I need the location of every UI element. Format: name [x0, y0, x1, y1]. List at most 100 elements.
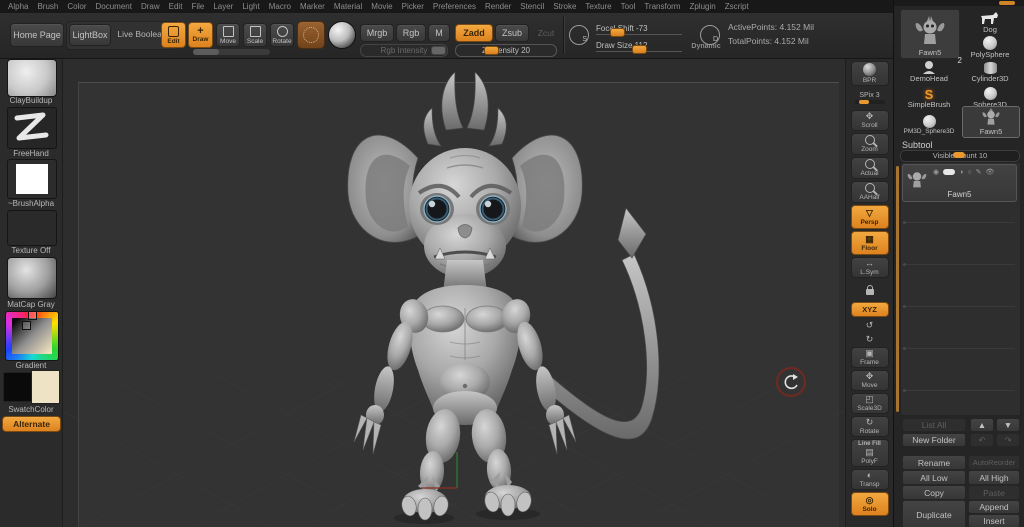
folder-redo-button[interactable]: ↷ — [996, 433, 1020, 447]
stroke-thumbnail[interactable] — [7, 107, 57, 149]
tool-polysphere[interactable]: PolySphere — [962, 36, 1018, 60]
color-picker[interactable] — [5, 311, 59, 361]
menu-item-light[interactable]: Light — [242, 2, 259, 11]
tray-divider-handle[interactable] — [999, 1, 1015, 5]
rotate3d-button[interactable]: ↻ Rotate — [850, 416, 889, 437]
zsub-button[interactable]: Zsub — [495, 24, 529, 42]
z-rotation-button[interactable]: ↻ — [851, 333, 889, 345]
menu-item-stroke[interactable]: Stroke — [553, 2, 576, 11]
focal-curve-icon[interactable]: S — [569, 25, 589, 45]
solo-button[interactable]: ◎ Solo — [850, 492, 889, 516]
z-intensity-slider[interactable]: Z Intensity 20 — [455, 44, 557, 57]
xyz-constraint-button[interactable]: XYZ — [850, 302, 889, 317]
brush-thumbnail[interactable] — [7, 59, 57, 97]
zadd-button[interactable]: Zadd — [455, 24, 493, 42]
paste-button[interactable]: Paste — [968, 485, 1020, 500]
color-picker-inner[interactable] — [12, 318, 52, 354]
main-color-swatch[interactable] — [3, 372, 33, 402]
home-page-button[interactable]: Home Page — [10, 23, 64, 47]
mrgb-button[interactable]: Mrgb — [360, 24, 394, 42]
tray-divider[interactable] — [894, 0, 1024, 6]
move-button[interactable]: Move — [216, 23, 240, 47]
menu-item-marker[interactable]: Marker — [300, 2, 325, 11]
menu-item-draw[interactable]: Draw — [141, 2, 160, 11]
menu-item-zscript[interactable]: Zscript — [725, 2, 749, 11]
menu-item-texture[interactable]: Texture — [585, 2, 611, 11]
folder-undo-button[interactable]: ↶ — [970, 433, 994, 447]
tool-dog[interactable]: Dog — [962, 9, 1018, 35]
scale-button[interactable]: Scale — [243, 23, 267, 47]
circle-icon[interactable]: ○ — [967, 169, 971, 176]
scroll-button[interactable]: ✥ Scroll — [850, 110, 889, 131]
actual-button[interactable]: Actual — [850, 157, 889, 179]
subtool-item-fawn5[interactable]: ◉ ◑ ○ ✎ 👁 Fawn5 — [902, 164, 1017, 202]
current-brush-button[interactable] — [297, 21, 325, 49]
texture-thumbnail[interactable] — [7, 210, 57, 246]
menu-item-zplugin[interactable]: Zplugin — [689, 2, 715, 11]
menu-item-preferences[interactable]: Preferences — [433, 2, 476, 11]
local-symmetry-button[interactable]: ↔ L.Sym — [850, 257, 889, 278]
polyframe-button[interactable]: Line Fill ▤ PolyF — [850, 439, 889, 467]
spix-handle[interactable] — [858, 100, 869, 104]
pen-icon[interactable]: ✎ — [976, 168, 982, 176]
secondary-color-swatch[interactable] — [31, 370, 60, 404]
spix-slider[interactable]: SPix 3 — [851, 88, 889, 108]
viewport[interactable] — [62, 58, 845, 527]
transp-button[interactable]: ◐ Transp — [850, 469, 889, 490]
draw-size-handle[interactable] — [632, 45, 647, 54]
tool-cylinder3d[interactable]: Cylinder3D — [962, 60, 1018, 84]
append-button[interactable]: Append — [968, 500, 1020, 514]
tool-fawn5-selected[interactable]: Fawn5 — [962, 106, 1020, 138]
duplicate-button[interactable]: Duplicate — [902, 500, 966, 527]
menu-item-macro[interactable]: Macro — [269, 2, 291, 11]
current-material-icon[interactable] — [328, 21, 356, 49]
visible-count-slider[interactable]: Visible Count 10 — [900, 150, 1020, 162]
menu-item-tool[interactable]: Tool — [621, 2, 636, 11]
menu-item-file[interactable]: File — [191, 2, 204, 11]
all-low-button[interactable]: All Low — [902, 470, 966, 485]
sculpt-model[interactable] — [62, 58, 845, 527]
tool-fawn5-large[interactable]: Fawn5 — [900, 9, 960, 59]
autoreorder-button[interactable]: AutoReorder — [968, 455, 1020, 470]
move-up-button[interactable]: ▲ — [970, 418, 994, 432]
copy-button[interactable]: Copy — [902, 485, 966, 500]
spix-track[interactable] — [854, 100, 885, 104]
all-high-button[interactable]: All High — [968, 470, 1020, 485]
half-circle-icon[interactable]: ◑ — [959, 169, 963, 176]
edit-button[interactable]: Edit — [161, 22, 186, 48]
menu-item-layer[interactable]: Layer — [213, 2, 233, 11]
menu-item-stencil[interactable]: Stencil — [520, 2, 544, 11]
menu-item-material[interactable]: Material — [334, 2, 362, 11]
alternate-button[interactable]: Alternate — [2, 416, 61, 432]
zcut-button[interactable]: Zcut — [532, 28, 560, 38]
menu-item-brush[interactable]: Brush — [37, 2, 58, 11]
move3d-button[interactable]: ✥ Move — [850, 370, 889, 391]
new-folder-button[interactable]: New Folder — [902, 433, 966, 447]
eye-icon[interactable]: ◉ — [933, 168, 939, 176]
tool-simplebrush[interactable]: S SimpleBrush — [900, 86, 958, 110]
persp-button[interactable]: ▽ Persp — [850, 205, 889, 229]
menu-item-transform[interactable]: Transform — [644, 2, 680, 11]
visibility-pill-icon[interactable] — [943, 169, 956, 175]
rgb-intensity-handle[interactable] — [431, 46, 446, 55]
lightbox-divider-handle[interactable] — [193, 49, 219, 55]
draw-size-slider[interactable]: Draw Size 112 — [596, 40, 682, 54]
rgb-button[interactable]: Rgb — [396, 24, 426, 42]
subtool-header[interactable]: Subtool — [902, 140, 933, 150]
tool-demohead[interactable]: 2 DemoHead — [900, 56, 962, 84]
floor-button[interactable]: ▦ Floor — [850, 231, 889, 255]
m-button[interactable]: M — [428, 24, 450, 42]
menu-item-color[interactable]: Color — [67, 2, 86, 11]
visible-count-handle[interactable] — [953, 152, 965, 158]
alpha-thumbnail[interactable] — [7, 159, 57, 199]
see-through-button[interactable] — [851, 280, 889, 300]
material-thumbnail[interactable] — [7, 257, 57, 299]
scale3d-button[interactable]: ◰ Scale3D — [850, 393, 889, 414]
menu-item-alpha[interactable]: Alpha — [8, 2, 28, 11]
dynamic-draw-icon[interactable]: D — [700, 25, 720, 45]
eye2-icon[interactable]: 👁 — [985, 168, 994, 176]
z-intensity-handle[interactable] — [484, 46, 499, 55]
menu-item-edit[interactable]: Edit — [169, 2, 183, 11]
move-down-button[interactable]: ▼ — [996, 418, 1020, 432]
subtool-scrollbar[interactable] — [896, 166, 899, 412]
